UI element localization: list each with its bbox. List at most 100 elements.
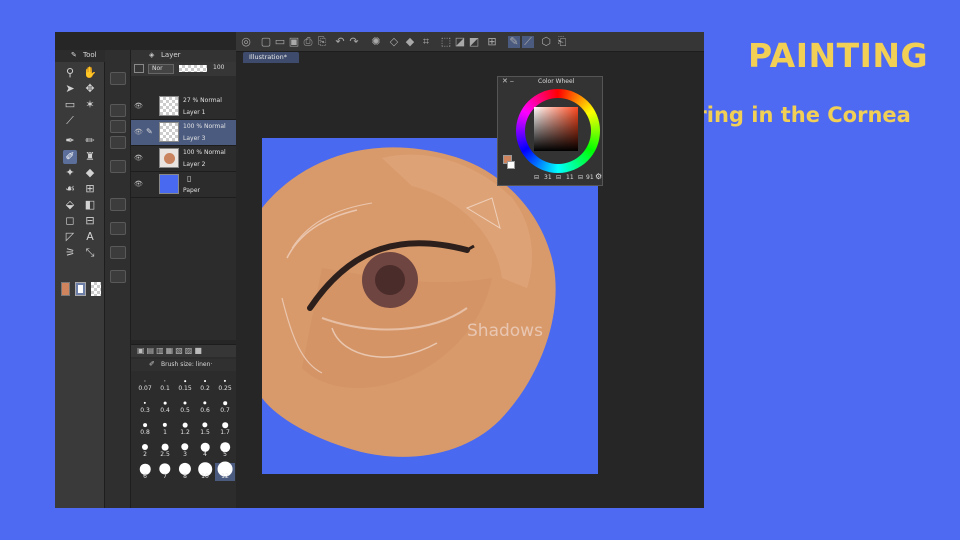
transform-icon[interactable]: ⌗ <box>420 36 432 48</box>
brush-size-option[interactable]: 0.3 <box>135 397 155 415</box>
gradient-icon[interactable]: ◧ <box>83 198 97 212</box>
brush-tool-icon[interactable]: ✐ <box>63 150 77 164</box>
brush-size-option[interactable]: 1.5 <box>195 419 215 437</box>
print-icon[interactable]: ⎘ <box>316 36 328 48</box>
brush-size-option[interactable]: 2 <box>135 441 155 459</box>
eyedropper-icon[interactable]: ⟋ <box>63 114 77 128</box>
brush-size-option[interactable]: 2.5 <box>155 441 175 459</box>
layer-row-paper[interactable]: 👁 ▯ Paper <box>131 172 236 198</box>
move-tool-icon[interactable]: ✥ <box>83 82 97 96</box>
figure-icon[interactable]: ◻ <box>63 214 77 228</box>
brush-size-option[interactable]: 12 <box>215 461 235 481</box>
pen-icon[interactable]: ✒ <box>63 134 77 148</box>
eraser-icon[interactable]: ◆ <box>83 166 97 180</box>
sub-color-swatch[interactable] <box>75 282 86 296</box>
close-icon[interactable]: ✕ ⎯ <box>502 77 514 86</box>
undo-icon[interactable]: ↶ <box>334 36 346 48</box>
blend-mode-select[interactable]: Nor <box>148 64 174 74</box>
brush-size-option[interactable]: 0.15 <box>175 375 195 393</box>
airbrush-icon[interactable]: ♜ <box>83 150 97 164</box>
invert-icon[interactable]: ◩ <box>468 36 480 48</box>
layer-color-icon[interactable] <box>134 64 144 73</box>
selection-tool-icon[interactable]: ▭ <box>63 98 77 112</box>
brush-size-option[interactable]: 1 <box>155 419 175 437</box>
brush-size-option[interactable]: 6 <box>135 463 155 481</box>
open-icon[interactable]: ▭ <box>274 36 286 48</box>
brush-size-option[interactable]: 3 <box>175 441 195 459</box>
navigator-icon[interactable]: ◎ <box>240 36 252 48</box>
document-tab[interactable]: Illustration* <box>243 52 299 63</box>
balloon-icon[interactable]: ⚞ <box>63 246 77 260</box>
redo-icon[interactable]: ↷ <box>348 36 360 48</box>
sub-color-chip[interactable] <box>507 161 515 169</box>
brush-size-option[interactable]: 0.4 <box>155 397 175 415</box>
reference-icon[interactable]: ⎗ <box>556 36 568 48</box>
zoom-tool-icon[interactable]: ⚲ <box>63 66 77 80</box>
main-color-swatch[interactable] <box>61 282 70 296</box>
operation-tool-icon[interactable]: ➤ <box>63 82 77 96</box>
brush-size-option[interactable]: 1.7 <box>215 419 235 437</box>
brush-size-option[interactable]: 7 <box>155 463 175 481</box>
new-file-icon[interactable]: ▢ <box>260 36 272 48</box>
blend-icon[interactable]: ☙ <box>63 182 77 196</box>
clear-icon[interactable]: ◇ <box>388 36 400 48</box>
brush-size-option[interactable]: 5 <box>215 441 235 459</box>
brush-size-option[interactable]: 0.2 <box>195 375 215 393</box>
opacity-value[interactable]: 100 <box>213 64 224 71</box>
item-bank-icon[interactable] <box>110 270 126 283</box>
brush-size-option[interactable]: 0.7 <box>215 397 235 415</box>
settings-icon[interactable]: ⚙ <box>595 172 602 181</box>
material-icon[interactable] <box>110 160 126 173</box>
ruler-icon[interactable]: ◸ <box>63 230 77 244</box>
brush-size-option[interactable]: 10 <box>195 462 215 481</box>
layer-action-icons[interactable]: ▣▤▥▦▧▨■ <box>137 346 204 355</box>
visibility-eye-icon[interactable]: 👁 <box>134 180 143 188</box>
select-all-icon[interactable]: ⬚ <box>440 36 452 48</box>
fill-tool-icon[interactable]: ⬙ <box>63 198 77 212</box>
stroke-icon[interactable]: ⟋ <box>522 36 534 48</box>
history-icon[interactable] <box>110 120 126 133</box>
save-icon[interactable]: ▣ <box>288 36 300 48</box>
fill-icon[interactable]: ◆ <box>404 36 416 48</box>
layer-property-icon[interactable] <box>110 104 126 117</box>
layer-3d-icon[interactable]: ⬡ <box>540 36 552 48</box>
correct-line-icon[interactable]: ⤡ <box>83 246 97 260</box>
sub-view-icon[interactable] <box>110 222 126 235</box>
brush-size-option[interactable]: 0.6 <box>195 397 215 415</box>
drawing-canvas[interactable]: Shadows <box>262 138 598 474</box>
magic-wand-icon[interactable]: ✶ <box>83 98 97 112</box>
visibility-eye-icon[interactable]: 👁 <box>134 102 143 110</box>
text-tool-icon[interactable]: A <box>83 230 97 244</box>
color-set-icon[interactable] <box>110 136 126 149</box>
layer-row-layer-3[interactable]: 👁 ✎ 100 % Normal Layer 3 <box>131 120 236 146</box>
frame-icon[interactable]: ⊟ <box>83 214 97 228</box>
loading-icon[interactable]: ✺ <box>370 36 382 48</box>
brush-size-option[interactable]: 0.07 <box>135 375 155 393</box>
brush-size-option[interactable]: 4 <box>195 441 215 459</box>
brush-size-option[interactable]: 1.2 <box>175 419 195 437</box>
brush-size-option[interactable]: 0.5 <box>175 397 195 415</box>
subtool-icon[interactable] <box>110 72 126 85</box>
brush-size-option[interactable]: 0.25 <box>215 375 235 393</box>
layer-row-layer-1[interactable]: 👁 27 % Normal Layer 1 <box>131 94 236 120</box>
export-icon[interactable]: ⎙ <box>302 36 314 48</box>
brush-size-option[interactable]: 8 <box>175 462 195 481</box>
info-icon[interactable] <box>110 246 126 259</box>
deselect-icon[interactable]: ◪ <box>454 36 466 48</box>
brush-size-option[interactable]: 0.8 <box>135 419 155 437</box>
visibility-eye-icon[interactable]: 👁 <box>134 154 143 162</box>
brush-size-option[interactable]: 0.1 <box>155 375 175 393</box>
layer-row-layer-2[interactable]: 👁 100 % Normal Layer 2 <box>131 146 236 172</box>
snap-icon[interactable]: ⊞ <box>486 36 498 48</box>
pencil-icon[interactable]: ✏ <box>83 134 97 148</box>
color-wheel-panel[interactable]: ✕ ⎯ Color Wheel ⊟ 31 ⊟ 11 ⊟ 91 ⚙ <box>497 76 603 186</box>
grid-icon[interactable]: ⊞ <box>83 182 97 196</box>
navigator-panel-icon[interactable] <box>110 198 126 211</box>
pen-icon[interactable]: ✎ <box>508 36 520 48</box>
hand-tool-icon[interactable]: ✋ <box>83 66 97 80</box>
transparent-swatch[interactable] <box>91 282 101 296</box>
saturation-value-box[interactable] <box>534 107 578 151</box>
opacity-slider[interactable] <box>179 65 207 72</box>
decoration-icon[interactable]: ✦ <box>63 166 77 180</box>
visibility-eye-icon[interactable]: 👁 <box>134 128 143 136</box>
